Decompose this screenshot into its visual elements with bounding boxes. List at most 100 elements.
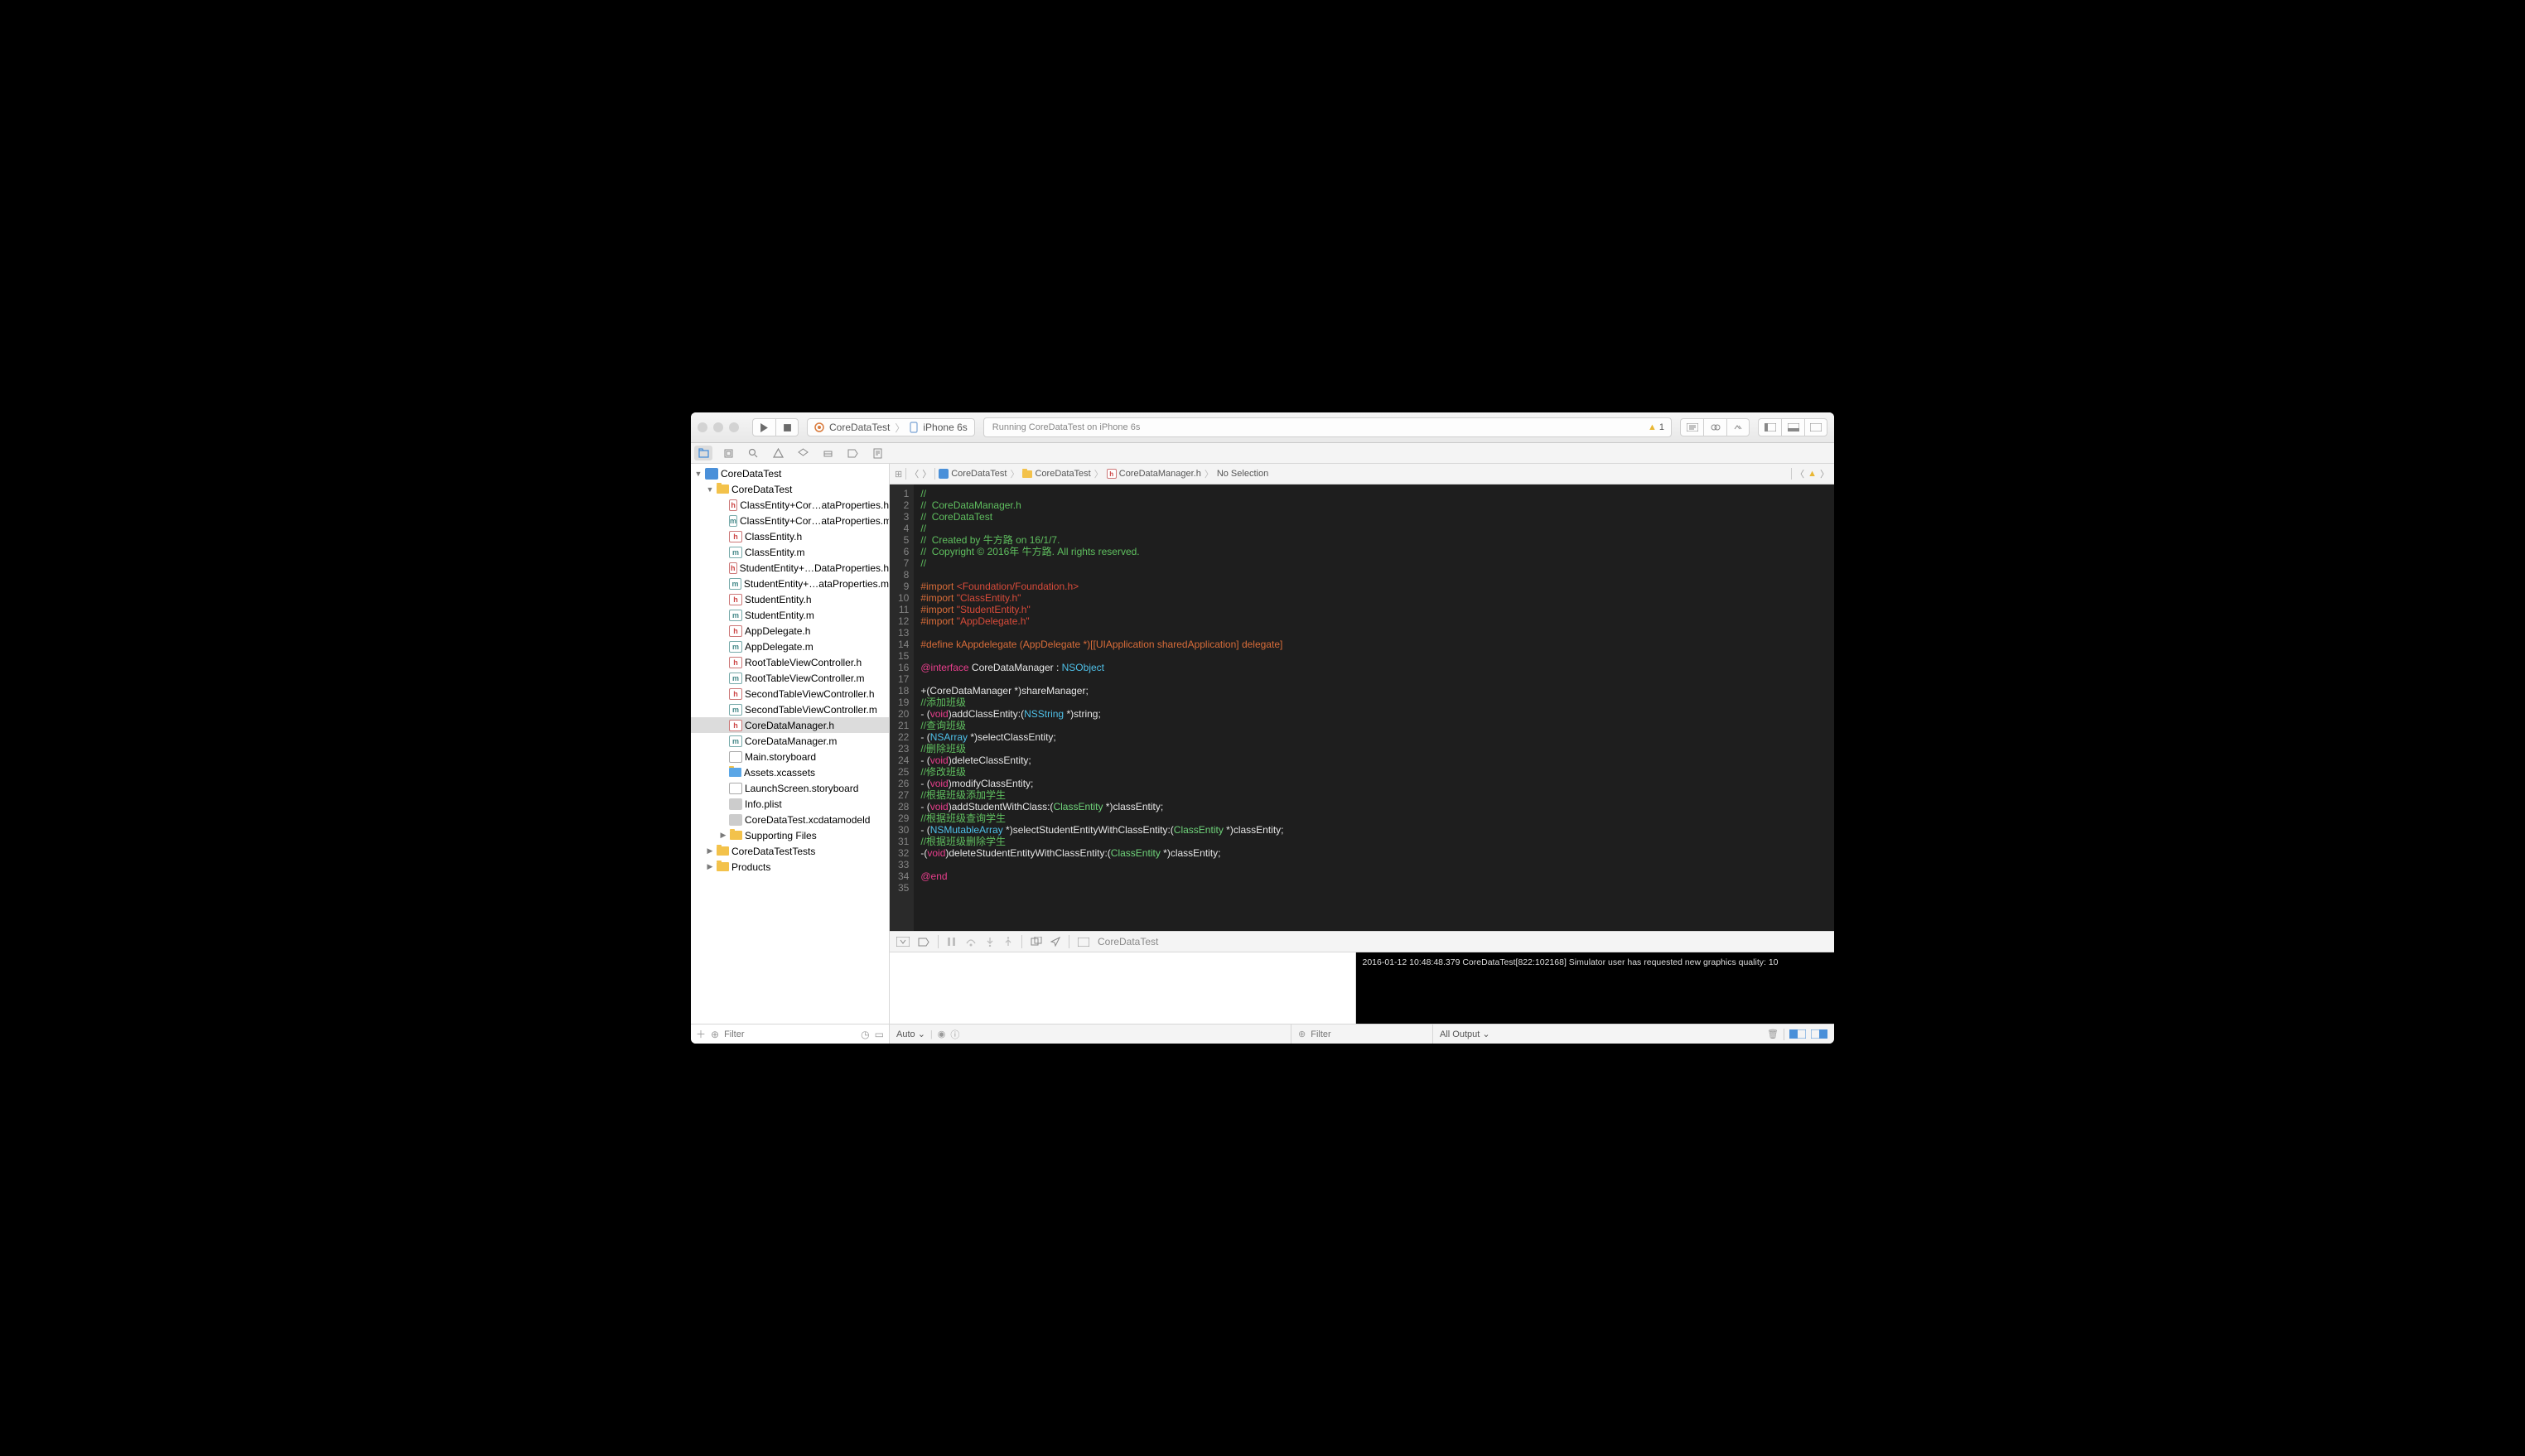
tree-row-file[interactable]: mStudentEntity.m xyxy=(691,607,889,623)
process-name[interactable]: CoreDataTest xyxy=(1098,936,1158,947)
scheme-target-label: CoreDataTest xyxy=(829,422,890,433)
tree-row-file[interactable]: Info.plist xyxy=(691,796,889,812)
tree-row-file[interactable]: hCoreDataManager.h xyxy=(691,717,889,733)
jump-bar[interactable]: ⊞ 〈 〉 CoreDataTest 〉 CoreDataTest 〉 hCor… xyxy=(890,464,1834,485)
tree-row-project[interactable]: ▼ CoreDataTest xyxy=(691,465,889,481)
tree-row-supporting[interactable]: ▶ Supporting Files xyxy=(691,827,889,843)
navigator-filter-input[interactable] xyxy=(724,1029,856,1039)
issue-navigator-tab[interactable] xyxy=(769,446,787,460)
main-split: ▼ CoreDataTest ▼ CoreDataTest hClassEnti… xyxy=(691,464,1834,1044)
tree-row-file[interactable]: hStudentEntity+…DataProperties.h xyxy=(691,560,889,576)
scm-filter-button[interactable]: ▭ xyxy=(875,1029,884,1040)
tree-row-file[interactable]: mRootTableViewController.m xyxy=(691,670,889,686)
project-navigator-tab[interactable] xyxy=(694,446,712,460)
tree-row-group[interactable]: ▼ CoreDataTest xyxy=(691,481,889,497)
tree-row-file[interactable]: mStudentEntity+…ataProperties.m xyxy=(691,576,889,591)
breadcrumb-file[interactable]: hCoreDataManager.h xyxy=(1107,469,1201,479)
continue-button[interactable] xyxy=(947,937,957,947)
header-file-icon: h xyxy=(729,594,742,605)
breakpoints-toggle[interactable] xyxy=(918,938,929,947)
tree-row-file[interactable]: hClassEntity+Cor…ataProperties.h xyxy=(691,497,889,513)
tree-row-file[interactable]: LaunchScreen.storyboard xyxy=(691,780,889,796)
disclosure-triangle-icon[interactable]: ▼ xyxy=(694,470,702,478)
symbol-navigator-tab[interactable] xyxy=(719,446,737,460)
show-console-pane-button[interactable] xyxy=(1811,1029,1827,1039)
debug-bar: CoreDataTest xyxy=(890,931,1834,952)
source-text[interactable]: //// CoreDataManager.h// CoreDataTest///… xyxy=(914,485,1283,931)
breadcrumb-symbol[interactable]: No Selection xyxy=(1217,469,1268,479)
test-navigator-tab[interactable] xyxy=(794,446,812,460)
issues-next-button[interactable]: 〉 xyxy=(1820,467,1829,480)
issues-prev-button[interactable]: 〈 xyxy=(1795,467,1804,480)
bottom-panel-toggle[interactable] xyxy=(1781,418,1804,436)
tree-row-file[interactable]: hRootTableViewController.h xyxy=(691,654,889,670)
console-output[interactable]: 2016-01-12 10:48:48.379 CoreDataTest[822… xyxy=(1356,952,1835,1024)
left-panel-toggle[interactable] xyxy=(1758,418,1781,436)
warning-triangle-icon: ▲ xyxy=(1648,422,1657,432)
zoom-traffic-light[interactable] xyxy=(729,422,739,432)
breakpoint-navigator-tab[interactable] xyxy=(843,446,862,460)
tree-row-file[interactable]: hAppDelegate.h xyxy=(691,623,889,639)
disclosure-triangle-icon[interactable]: ▶ xyxy=(706,846,714,856)
tree-row-file[interactable]: Assets.xcassets xyxy=(691,764,889,780)
print-description-button[interactable]: ⓘ xyxy=(950,1028,959,1041)
report-navigator-tab[interactable] xyxy=(868,446,886,460)
right-panel-toggle[interactable] xyxy=(1804,418,1827,436)
tree-label: StudentEntity.m xyxy=(745,610,814,621)
add-button[interactable]: ＋ xyxy=(696,1027,706,1041)
find-navigator-tab[interactable] xyxy=(744,446,762,460)
project-tree[interactable]: ▼ CoreDataTest ▼ CoreDataTest hClassEnti… xyxy=(691,464,889,1024)
issue-indicator[interactable]: ▲ 1 xyxy=(1648,422,1664,432)
back-button[interactable]: 〈 xyxy=(910,467,919,480)
version-editor-button[interactable] xyxy=(1726,418,1750,436)
tree-row-file[interactable]: Main.storyboard xyxy=(691,749,889,764)
variables-view-popup[interactable]: Auto ⌄ xyxy=(896,1029,925,1039)
source-editor[interactable]: 1234567891011121314151617181920212223242… xyxy=(890,485,1834,931)
recent-filter-button[interactable]: ◷ xyxy=(861,1029,869,1040)
minimize-traffic-light[interactable] xyxy=(713,422,723,432)
run-button[interactable] xyxy=(752,418,775,436)
variables-filter-input[interactable] xyxy=(1311,1029,1428,1039)
tree-row-file[interactable]: hStudentEntity.h xyxy=(691,591,889,607)
impl-file-icon: m xyxy=(729,610,742,621)
tree-row-file[interactable]: hSecondTableViewController.h xyxy=(691,686,889,701)
tree-row-products[interactable]: ▶ Products xyxy=(691,859,889,875)
panel-toggle-group xyxy=(1758,418,1827,436)
variables-pane[interactable] xyxy=(890,952,1356,1024)
debug-navigator-tab[interactable] xyxy=(818,446,837,460)
console-output-popup[interactable]: All Output ⌄ xyxy=(1440,1029,1490,1039)
standard-editor-button[interactable] xyxy=(1680,418,1703,436)
tree-label: CoreDataTestTests xyxy=(731,846,815,857)
stop-button[interactable] xyxy=(775,418,799,436)
breadcrumb-group[interactable]: CoreDataTest xyxy=(1022,469,1090,479)
tree-label: ClassEntity.m xyxy=(745,547,804,558)
quicklook-button[interactable]: ◉ xyxy=(938,1029,946,1039)
step-into-button[interactable] xyxy=(985,937,995,947)
tree-row-tests[interactable]: ▶ CoreDataTestTests xyxy=(691,843,889,859)
close-traffic-light[interactable] xyxy=(698,422,707,432)
show-variables-pane-button[interactable] xyxy=(1789,1029,1806,1039)
forward-button[interactable]: 〉 xyxy=(922,467,931,480)
clear-console-button[interactable]: 🗑 xyxy=(1767,1029,1779,1039)
step-out-button[interactable] xyxy=(1003,937,1013,947)
assistant-editor-button[interactable] xyxy=(1703,418,1726,436)
disclosure-triangle-icon[interactable]: ▼ xyxy=(706,485,714,494)
tree-row-file[interactable]: hClassEntity.h xyxy=(691,528,889,544)
tree-row-file[interactable]: mAppDelegate.m xyxy=(691,639,889,654)
tree-row-file[interactable]: mClassEntity.m xyxy=(691,544,889,560)
breadcrumb-project[interactable]: CoreDataTest xyxy=(939,469,1007,479)
disclosure-triangle-icon[interactable]: ▶ xyxy=(706,862,714,871)
disclosure-triangle-icon[interactable]: ▶ xyxy=(719,831,727,840)
view-hierarchy-button[interactable] xyxy=(1031,937,1042,947)
scheme-selector[interactable]: CoreDataTest 〉 iPhone 6s xyxy=(807,418,975,436)
related-items-button[interactable]: ⊞ xyxy=(895,469,902,480)
location-button[interactable] xyxy=(1050,937,1060,947)
tree-row-file[interactable]: mClassEntity+Cor…ataProperties.m xyxy=(691,513,889,528)
header-file-icon: h xyxy=(1107,469,1117,479)
tree-row-file[interactable]: mCoreDataManager.m xyxy=(691,733,889,749)
hide-debug-button[interactable] xyxy=(896,937,910,947)
step-over-button[interactable] xyxy=(965,937,977,947)
breakpoint-nav-icon xyxy=(847,449,858,458)
tree-row-file[interactable]: mSecondTableViewController.m xyxy=(691,701,889,717)
tree-row-file[interactable]: CoreDataTest.xcdatamodeld xyxy=(691,812,889,827)
